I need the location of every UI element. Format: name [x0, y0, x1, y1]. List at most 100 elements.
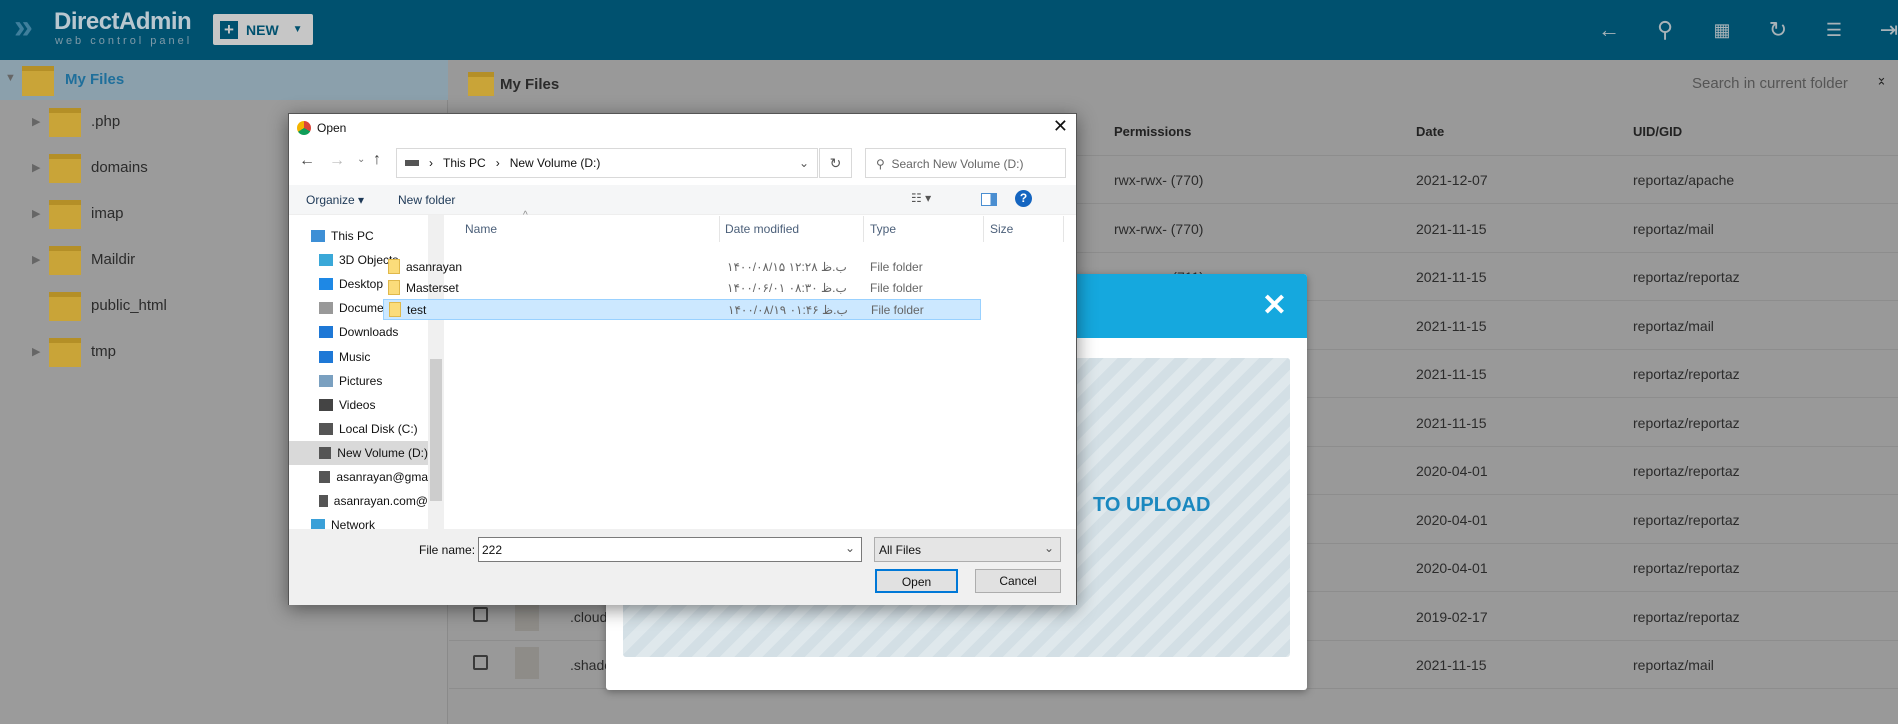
nav-item-label: Downloads [339, 325, 399, 340]
column-type[interactable]: Type [870, 222, 896, 236]
new-button[interactable]: + NEW ▼ [213, 14, 313, 45]
location-icon [319, 471, 331, 483]
folder-icon [49, 246, 81, 275]
preview-pane-icon[interactable] [981, 193, 997, 206]
date: 2021-11-15 [1416, 317, 1487, 334]
nav-item[interactable]: Local Disk (C:) [289, 417, 428, 441]
close-icon[interactable]: ✕ [1053, 116, 1068, 137]
nav-item[interactable]: Pictures [289, 369, 428, 393]
drive-icon [405, 160, 419, 166]
sidebar-item-label: .php [91, 113, 121, 130]
cancel-button[interactable]: Cancel [975, 569, 1061, 593]
nav-item[interactable]: asanrayan.com@ [289, 489, 428, 513]
sidebar-item-label: domains [91, 159, 148, 176]
arrow-left-icon[interactable]: ← [1595, 16, 1623, 44]
refresh-icon[interactable]: ↻ [819, 148, 852, 178]
path-this-pc[interactable]: This PC [443, 156, 486, 170]
help-icon[interactable]: ? [1015, 190, 1032, 207]
nav-item[interactable]: Downloads [289, 320, 428, 344]
organize-button[interactable]: Organize ▾ [306, 193, 364, 207]
file-type-select[interactable]: All Files ⌄ [874, 537, 1061, 562]
divider [983, 216, 984, 242]
sidebar-item-label: tmp [91, 343, 117, 360]
date: 2019-02-17 [1416, 608, 1488, 625]
file-row[interactable]: test ۱۴۰۰/۰۸/۱۹ ب.ظ ۰۱:۴۶ File folder [383, 299, 981, 320]
file-name-input[interactable]: 222 ⌄ [478, 537, 862, 562]
nav-item[interactable]: This PC [289, 224, 428, 248]
file-name[interactable]: .cloud [570, 609, 607, 625]
up-icon[interactable]: ↑ [373, 151, 381, 169]
column-size[interactable]: Size [990, 222, 1013, 236]
column-date-modified[interactable]: Date modified [725, 222, 799, 236]
expand-triangle-icon[interactable]: ▶ [32, 253, 46, 266]
expand-triangle-icon[interactable]: ▶ [32, 115, 46, 128]
dropzone-text: TO UPLOAD [1093, 494, 1211, 516]
location-icon [319, 278, 333, 291]
folder-icon [49, 200, 81, 229]
column-uid[interactable]: UID/GID [1633, 124, 1682, 139]
sidebar-item-label: imap [91, 205, 124, 222]
location-icon [319, 398, 333, 411]
logout-icon[interactable]: ⇥ [1875, 16, 1898, 44]
forward-icon[interactable]: → [329, 152, 345, 170]
file-row[interactable]: Masterset ۱۴۰۰/۰۶/۰۱ ب.ظ ۰۸:۳۰ File fold… [383, 278, 981, 299]
location-icon [319, 374, 333, 387]
expand-triangle-icon[interactable]: ▶ [32, 345, 46, 358]
sidebar-item-my-files[interactable]: ▼ My Files [0, 60, 448, 100]
address-bar[interactable]: › This PC › New Volume (D:) ⌄ [396, 148, 818, 178]
back-icon[interactable]: ← [299, 152, 315, 170]
nav-item[interactable]: Music [289, 345, 428, 369]
date-modified: ۱۴۰۰/۰۸/۱۵ ب.ظ ۱۲:۲۸ [727, 260, 847, 274]
column-date[interactable]: Date [1416, 124, 1444, 139]
uid-gid: reportaz/reportaz [1633, 414, 1740, 431]
expand-triangle-icon[interactable]: ▶ [32, 161, 46, 174]
file-row[interactable]: asanrayan ۱۴۰۰/۰۸/۱۵ ب.ظ ۱۲:۲۸ File fold… [383, 257, 981, 278]
chevron-down-icon[interactable]: ⌄ [845, 541, 855, 555]
close-icon[interactable]: ✕ [1262, 288, 1287, 323]
open-file-dialog: Open ✕ ← → ⌄ ↑ › This PC › New Volume (D… [288, 113, 1077, 605]
nav-item[interactable]: asanrayan@gma [289, 465, 428, 489]
new-folder-button[interactable]: New folder [398, 193, 455, 207]
folder-icon [388, 280, 400, 295]
column-name[interactable]: Name [465, 222, 497, 236]
nav-item-label: asanrayan@gma [336, 470, 428, 484]
location-icon [319, 350, 333, 363]
scrollbar-thumb[interactable] [430, 359, 442, 501]
view-options-icon[interactable]: ☷ ▾ [911, 191, 931, 205]
uid-gid: reportaz/reportaz [1633, 366, 1740, 382]
expand-triangle-icon[interactable]: ▶ [32, 207, 46, 220]
grid-icon[interactable]: ▦ [1708, 16, 1736, 44]
uid-gid: reportaz/reportaz [1633, 560, 1740, 576]
recent-dropdown-icon[interactable]: ⌄ [357, 154, 365, 165]
file-icon [515, 647, 539, 679]
nav-item-label: asanrayan.com@ [333, 494, 428, 509]
plus-icon: + [220, 20, 238, 39]
uid-gid: reportaz/mail [1633, 220, 1714, 237]
search-input[interactable]: ⚲ Search New Volume (D:) [865, 148, 1066, 178]
row-checkbox[interactable] [473, 655, 488, 670]
divider [863, 216, 864, 242]
row-checkbox[interactable] [473, 606, 488, 622]
folder-icon [49, 108, 81, 137]
chevron-down-icon[interactable]: ⌄ [799, 156, 809, 170]
nav-item[interactable]: Videos [289, 393, 428, 417]
logo-subtitle: web control panel [55, 35, 193, 47]
open-button[interactable]: Open [875, 569, 958, 593]
refresh-icon[interactable]: ↻ [1764, 16, 1792, 44]
sliders-icon[interactable]: ☰ [1820, 16, 1848, 44]
date-modified: ۱۴۰۰/۰۶/۰۱ ب.ظ ۰۸:۳۰ [727, 281, 847, 295]
collapse-expand-icon[interactable]: ⌄ ⌃ [1876, 70, 1887, 93]
search-icon[interactable]: ⚲ [1651, 16, 1679, 44]
nav-item[interactable]: New Volume (D:) [289, 440, 428, 465]
file-name: asanrayan [406, 260, 463, 274]
nav-item[interactable]: Network [289, 513, 428, 529]
file-type: File folder [871, 303, 924, 317]
column-permissions[interactable]: Permissions [1114, 124, 1191, 139]
dialog-footer: File name: 222 ⌄ All Files ⌄ Open Cancel [289, 529, 1076, 605]
path-volume[interactable]: New Volume (D:) [510, 156, 601, 170]
folder-search-input[interactable]: Search in current folder [1692, 75, 1848, 92]
chevron-down-icon[interactable]: ⌄ [1044, 541, 1054, 555]
uid-gid: reportaz/mail [1633, 657, 1714, 673]
expanded-triangle-icon[interactable]: ▼ [5, 72, 19, 84]
nav-item-label: Network [331, 518, 376, 529]
